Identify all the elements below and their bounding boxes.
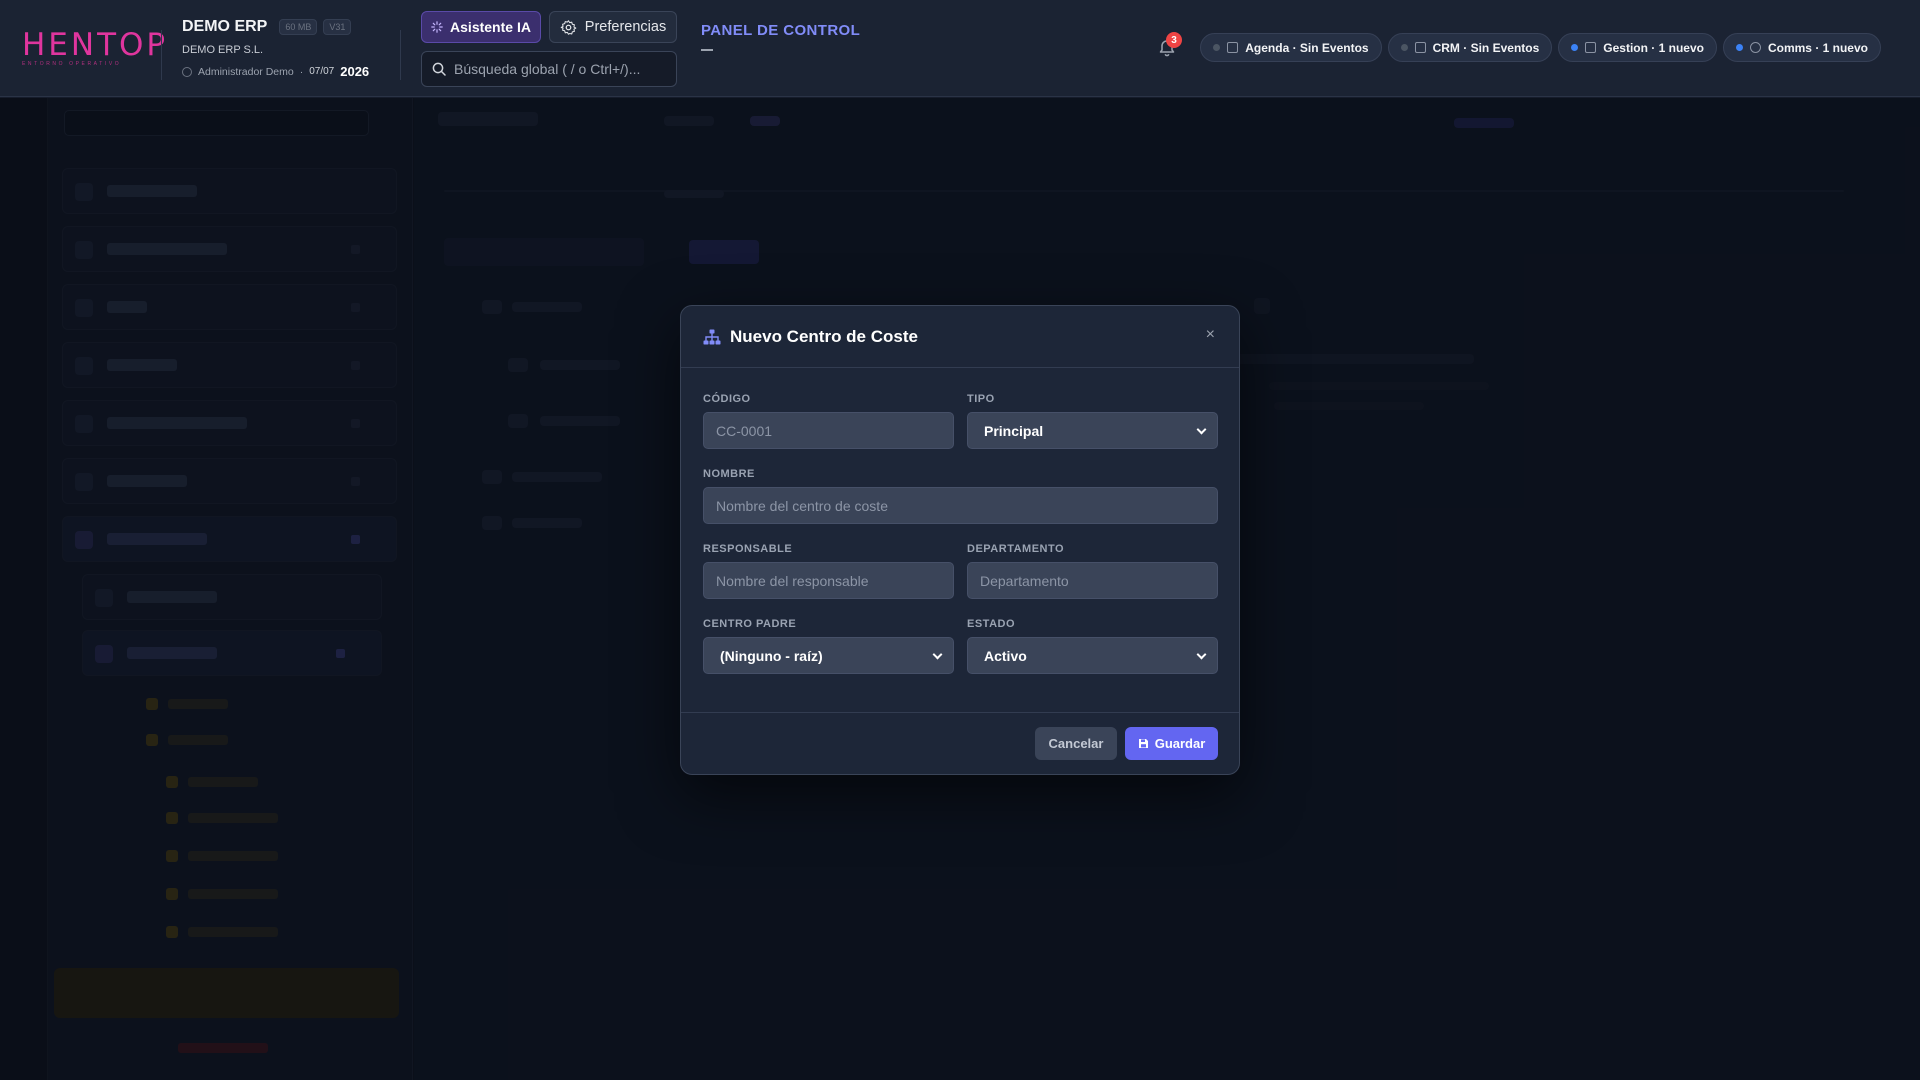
responsable-input[interactable]	[703, 562, 954, 599]
status-dot	[1571, 44, 1579, 51]
global-search	[421, 51, 677, 87]
ai-assistant-label: Asistente IA	[450, 19, 531, 35]
pill-label: Agenda · Sin Eventos	[1245, 40, 1369, 55]
new-cost-center-modal: Nuevo Centro de Coste × CÓDIGO TIPO Prin…	[680, 305, 1240, 775]
departamento-input[interactable]	[967, 562, 1218, 599]
responsable-label: RESPONSABLE	[703, 543, 793, 555]
codigo-input[interactable]	[703, 412, 954, 449]
codigo-label: CÓDIGO	[703, 393, 751, 405]
current-year[interactable]: 2026	[340, 64, 369, 79]
estado-label: ESTADO	[967, 618, 1016, 630]
chevron-down-icon	[932, 649, 943, 660]
chat-icon	[1414, 42, 1426, 53]
version-chip: V31	[323, 19, 352, 35]
document-icon	[1585, 42, 1597, 53]
user-icon	[182, 66, 192, 77]
pill-label: Comms · 1 nuevo	[1767, 40, 1868, 55]
top-bar: HENTOP ENTORNO OPERATIVO DEMO ERP 60 MB …	[0, 0, 1920, 97]
tipo-select[interactable]: Principal	[967, 412, 1218, 449]
calendar-icon	[1227, 42, 1239, 53]
status-dot	[1400, 44, 1408, 51]
global-search-input[interactable]	[454, 61, 664, 77]
separator: ·	[299, 65, 304, 78]
preferences-label: Preferencias	[584, 19, 667, 35]
pill-crm[interactable]: CRM · Sin Eventos	[1387, 33, 1553, 62]
logo[interactable]: HENTOP ENTORNO OPERATIVO	[22, 27, 169, 68]
estado-select[interactable]: Activo	[967, 637, 1218, 674]
tipo-value: Principal	[984, 422, 1044, 439]
chevron-down-icon	[1196, 424, 1207, 435]
status-dot	[1735, 44, 1743, 51]
modal-title: Nuevo Centro de Coste	[730, 327, 918, 346]
divider	[161, 30, 162, 80]
current-date: 07/07	[309, 66, 335, 77]
sparkle-icon	[431, 21, 443, 33]
cancel-button[interactable]: Cancelar	[1035, 727, 1117, 760]
company-legal-name: DEMO ERP S.L.	[182, 44, 264, 56]
panel-subtitle-dash	[701, 49, 713, 51]
estado-value: Activo	[984, 647, 1027, 664]
logo-text: HENTOP	[22, 27, 169, 63]
modal-header: Nuevo Centro de Coste ×	[681, 306, 1239, 368]
panel-title[interactable]: PANEL DE CONTROL	[701, 22, 860, 39]
nombre-input[interactable]	[703, 487, 1218, 524]
pill-label: Gestion · 1 nuevo	[1603, 40, 1704, 55]
pill-comms[interactable]: Comms · 1 nuevo	[1722, 33, 1881, 62]
search-icon	[432, 62, 446, 76]
nombre-label: NOMBRE	[703, 468, 755, 480]
company-info: DEMO ERP 60 MB V31 DEMO ERP S.L. Adminis…	[182, 18, 369, 79]
centro-padre-label: CENTRO PADRE	[703, 618, 797, 630]
gear-icon	[560, 19, 577, 35]
divider	[400, 30, 401, 80]
tipo-label: TIPO	[967, 393, 995, 405]
pill-label: CRM · Sin Eventos	[1432, 40, 1540, 55]
sitemap-icon	[703, 329, 721, 345]
user-name: Administrador Demo	[198, 65, 294, 78]
close-icon[interactable]: ×	[1206, 326, 1215, 344]
company-name: DEMO ERP	[182, 18, 268, 35]
departamento-label: DEPARTAMENTO	[967, 543, 1065, 555]
centro-padre-value: (Ninguno - raíz)	[720, 647, 823, 664]
storage-chip: 60 MB	[279, 19, 318, 35]
pill-agenda[interactable]: Agenda · Sin Eventos	[1200, 33, 1382, 62]
status-dot	[1213, 44, 1221, 51]
chevron-down-icon	[1196, 649, 1207, 660]
pill-gestion[interactable]: Gestion · 1 nuevo	[1558, 33, 1717, 62]
ai-assistant-button[interactable]: Asistente IA	[421, 11, 541, 43]
centro-padre-select[interactable]: (Ninguno - raíz)	[703, 637, 954, 674]
status-pills: Agenda · Sin Eventos CRM · Sin Eventos G…	[1200, 33, 1881, 62]
modal-footer-divider	[681, 712, 1239, 713]
message-icon	[1749, 42, 1761, 53]
preferences-button[interactable]: Preferencias	[549, 11, 677, 43]
save-label: Guardar	[1154, 736, 1206, 751]
notification-badge: 3	[1166, 32, 1182, 48]
save-button[interactable]: Guardar	[1125, 727, 1218, 760]
save-icon	[1138, 739, 1148, 748]
